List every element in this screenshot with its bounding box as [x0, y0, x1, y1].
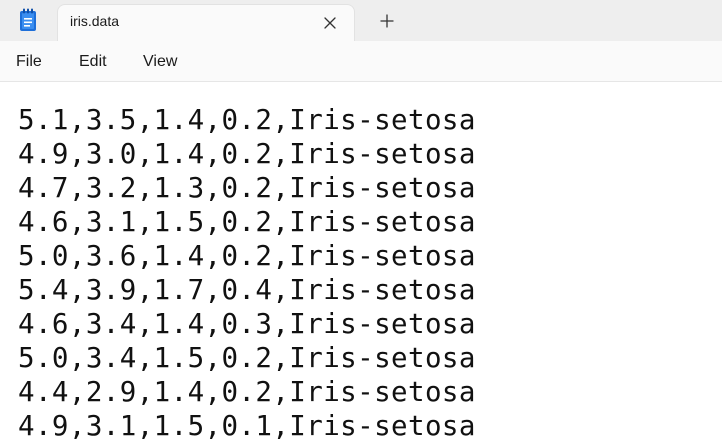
text-line: 5.0,3.6,1.4,0.2,Iris-setosa — [18, 240, 476, 272]
text-line: 4.7,3.2,1.3,0.2,Iris-setosa — [18, 172, 476, 204]
tab-iris-data[interactable]: iris.data — [57, 4, 355, 41]
text-line: 4.6,3.4,1.4,0.3,Iris-setosa — [18, 308, 476, 340]
text-line: 5.4,3.9,1.7,0.4,Iris-setosa — [18, 274, 476, 306]
plus-icon[interactable] — [376, 10, 398, 32]
notepad-icon — [18, 8, 38, 32]
tab-title: iris.data — [70, 13, 120, 29]
text-line: 4.4,2.9,1.4,0.2,Iris-setosa — [18, 376, 476, 408]
text-line: 5.1,3.5,1.4,0.2,Iris-setosa — [18, 104, 476, 136]
text-editor[interactable]: 5.1,3.5,1.4,0.2,Iris-setosa 4.9,3.0,1.4,… — [0, 82, 722, 444]
menu-edit[interactable]: Edit — [79, 53, 107, 71]
menu-view[interactable]: View — [143, 53, 177, 71]
tab-bar: iris.data — [0, 0, 722, 41]
menu-bar: File Edit View — [0, 41, 722, 82]
notepad-window: iris.data File Edit View 5.1,3.5,1.4,0.2… — [0, 0, 722, 444]
text-line: 4.9,3.1,1.5,0.1,Iris-setosa — [18, 410, 476, 442]
text-line: 5.0,3.4,1.5,0.2,Iris-setosa — [18, 342, 476, 374]
text-line: 4.9,3.0,1.4,0.2,Iris-setosa — [18, 138, 476, 170]
text-line: 4.6,3.1,1.5,0.2,Iris-setosa — [18, 206, 476, 238]
editor-lines: 5.1,3.5,1.4,0.2,Iris-setosa 4.9,3.0,1.4,… — [18, 103, 476, 443]
menu-file[interactable]: File — [16, 53, 42, 71]
close-icon[interactable] — [320, 13, 340, 33]
